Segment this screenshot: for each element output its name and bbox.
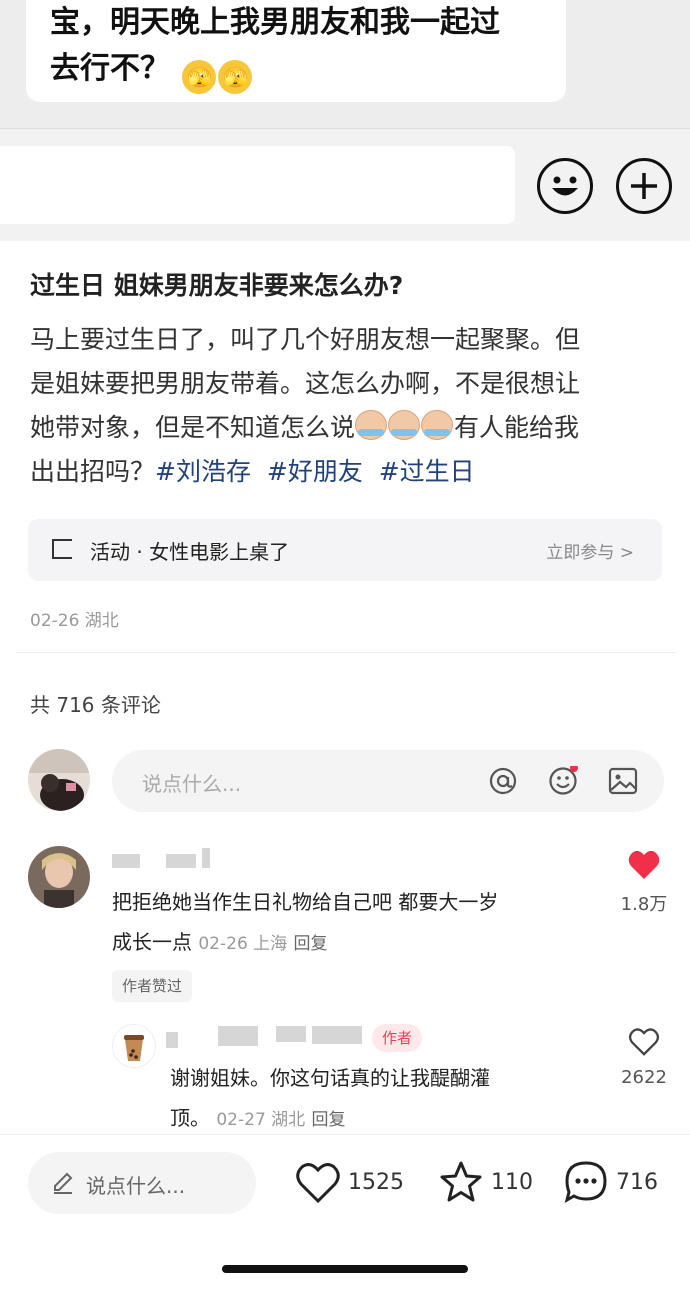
like-count: 1525 [348,1170,404,1195]
author-avatar[interactable] [112,1024,156,1068]
comment-input-placeholder: 说点什么... [142,772,242,796]
reply-link[interactable]: 回复 [312,1110,346,1130]
pencil-icon [50,1170,76,1196]
post-title: 过生日 姐妹男朋友非要来怎么办? [30,271,404,300]
author-tag: 作者 [372,1024,423,1052]
emoji-icon[interactable] [548,764,578,796]
smiley-icon[interactable] [537,158,593,214]
activity-icon [52,539,72,559]
comment-text: 把拒绝她当作生日礼物给自己吧 都要大一岁 成长一点 02-26 上海 回复 [112,890,499,954]
star-icon[interactable] [438,1159,484,1205]
post-body: 马上要过生日了，叫了几个好朋友想一起聚聚。但 是姐妹要把男朋友带着。这怎么办啊，… [30,318,660,494]
chat-message: 宝，明天晚上我男朋友和我一起过 去行不？ 🫣 🫣 [50,0,560,94]
mention-icon[interactable] [488,766,518,796]
reply-text: 谢谢姐妹。你这句话真的让我醍醐灌 顶。 02-27 湖北 回复 [170,1066,490,1130]
divider [16,652,676,653]
activity-banner[interactable]: 活动 · 女性电影上桌了 立即参与 > [28,519,662,581]
reply-meta: 02-27 湖北 [216,1110,306,1130]
post-body-line: 是姐妹要把男朋友带着。这怎么办啊，不是很想让 [30,369,581,398]
reply-like-count: 2622 [621,1067,667,1088]
author-name-blurred[interactable] [166,1024,366,1050]
post-body-line: 出出招吗？#刘浩存 #好朋友 #过生日 [30,457,475,486]
comment-icon[interactable] [563,1159,609,1205]
reply-link[interactable]: 回复 [294,934,328,954]
post-date-location: 02-26 湖北 [30,611,119,631]
hashtag-link[interactable]: #好朋友 [267,457,363,486]
image-icon[interactable] [608,766,638,796]
hashtag-link[interactable]: #刘浩存 [155,457,251,486]
commenter-name-blurred[interactable] [112,848,212,870]
post-body-line: 马上要过生日了，叫了几个好朋友想一起聚聚。但 [30,325,581,354]
hashtag-link[interactable]: #过生日 [379,457,475,486]
star-count: 110 [491,1170,533,1195]
comment-count: 共 716 条评论 [30,693,161,717]
like-icon[interactable] [295,1160,341,1206]
comment-meta: 02-26 上海 [198,934,288,954]
commenter-avatar[interactable] [28,846,90,908]
comment-total: 716 [616,1170,658,1195]
chat-line-1: 宝，明天晚上我男朋友和我一起过 [50,5,500,40]
home-indicator [222,1265,468,1273]
heart-filled-icon[interactable] [627,848,661,882]
post-body-line: 她带对象，但是不知道怎么说 有人能给我 [30,406,660,450]
crying-face-icon [355,410,388,440]
comment-like-count: 1.8万 [620,894,668,915]
activity-label: 活动 · 女性电影上桌了 [90,540,290,564]
plus-icon[interactable] [616,158,672,214]
heart-outline-icon[interactable] [628,1026,660,1058]
current-user-avatar[interactable] [28,749,90,811]
bottom-comment-input[interactable]: 说点什么... [28,1152,256,1214]
activity-join-link[interactable]: 立即参与 > [546,538,634,563]
crying-face-icon [421,410,454,440]
bottom-input-placeholder: 说点什么... [86,1174,186,1198]
peek-emoji-icon: 🫣 [218,60,253,94]
crying-face-icon [388,410,421,440]
chat-text-field[interactable] [0,146,515,224]
peek-emoji-icon: 🫣 [182,60,217,94]
comment-input[interactable]: 说点什么... [112,750,664,812]
chat-line-2: 去行不？ 🫣 🫣 [50,46,560,94]
author-liked-badge: 作者赞过 [112,970,193,1002]
